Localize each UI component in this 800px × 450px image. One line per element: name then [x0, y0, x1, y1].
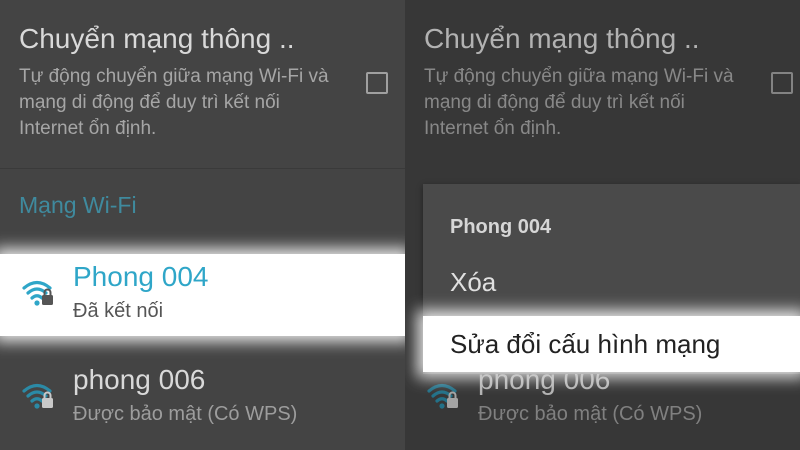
right-screen: Chuyển mạng thông .. Tự động chuyển giữa… [405, 0, 800, 450]
smart-network-switch-setting[interactable]: Chuyển mạng thông .. Tự động chuyển giữa… [19, 20, 349, 142]
smart-switch-checkbox[interactable] [366, 72, 388, 94]
dialog-title: Phong 004 [450, 216, 552, 238]
setting-description: Tự động chuyển giữa mạng Wi-Fi và mạng d… [19, 66, 329, 139]
wifi-network-item-phong-004[interactable]: Phong 004 Đã kết nối [0, 254, 405, 336]
network-name: phong 006 [73, 364, 206, 395]
divider [0, 168, 405, 169]
dialog-item-label: Sửa đổi cấu hình mạng [450, 329, 721, 359]
left-screen: Chuyển mạng thông .. Tự động chuyển giữa… [0, 0, 405, 450]
dialog-item-forget[interactable]: Xóa [423, 254, 800, 310]
wifi-lock-icon [22, 383, 53, 409]
dialog-item-modify-network-config[interactable]: Sửa đổi cấu hình mạng [423, 316, 800, 372]
wifi-lock-icon [22, 280, 53, 306]
network-name: Phong 004 [73, 261, 209, 292]
network-status: Được bảo mật (Có WPS) [73, 403, 298, 425]
setting-title: Chuyển mạng thông .. [19, 23, 295, 54]
network-options-dialog: Phong 004 Xóa Sửa đổi cấu hình mạng [423, 184, 800, 374]
dialog-item-label: Xóa [450, 267, 497, 297]
wifi-network-item-phong-006[interactable]: phong 006 Được bảo mật (Có WPS) [0, 357, 405, 439]
section-label-wifi-networks: Mạng Wi-Fi [19, 192, 137, 218]
network-status: Đã kết nối [73, 300, 164, 322]
